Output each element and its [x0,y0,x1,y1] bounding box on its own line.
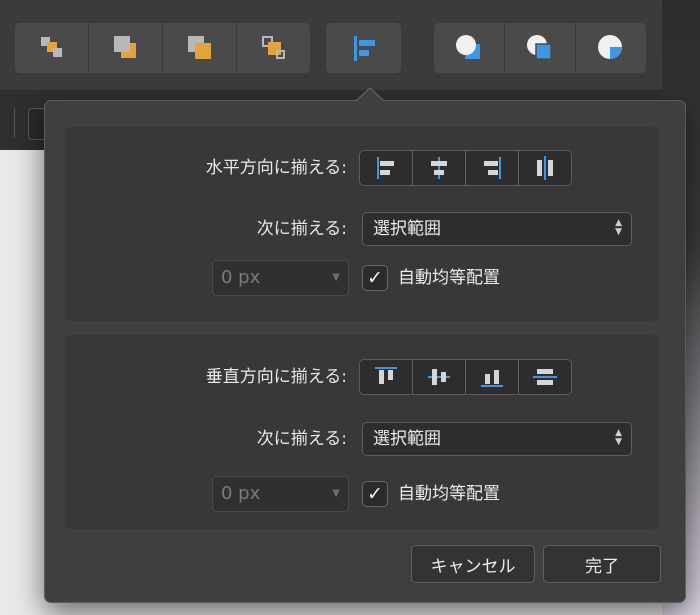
vertical-spacing-field[interactable]: 0 px ▼ [212,476,349,512]
vertical-align-to-select[interactable]: 選択範囲 ▲ ▼ [362,422,632,456]
boolean-add-button[interactable] [434,23,505,73]
boolean-add-icon [456,35,480,59]
check-icon: ✓ [367,483,383,505]
align-top-button[interactable] [360,360,413,394]
align-center-h-icon [431,157,447,179]
align-right-button[interactable] [466,151,519,185]
done-button[interactable]: 完了 [543,545,661,583]
horizontal-align-to-value: 選択範囲 [373,219,441,239]
boolean-group [434,23,646,73]
arrange-backward-button[interactable] [89,23,163,73]
arrange-forward-button[interactable] [163,23,237,73]
toolbar-divider [14,108,15,138]
horizontal-align-to-select[interactable]: 選択範囲 ▲ ▼ [362,212,632,246]
align-middle-v-button[interactable] [413,360,466,394]
horizontal-align-to-label: 次に揃える: [256,219,347,239]
vertical-auto-distribute-checkbox[interactable]: ✓ [362,481,388,507]
vertical-align-section: 垂直方向に揃える: 次に揃える: 選択範囲 ▲ ▼ 0 px ▼ ✓ 自動均等配… [65,335,659,529]
align-bottom-button[interactable] [466,360,519,394]
distribute-v-button[interactable] [519,360,571,394]
vertical-spacing-value: 0 px [221,483,261,504]
align-button[interactable] [326,23,401,73]
horizontal-spacing-field[interactable]: 0 px ▼ [212,260,349,296]
align-group [326,23,401,73]
horizontal-auto-distribute-checkbox[interactable]: ✓ [362,265,388,291]
arrange-backward-icon [113,36,136,58]
cancel-button[interactable]: キャンセル [411,545,535,583]
distribute-h-button[interactable] [519,151,571,185]
horizontal-align-buttons [359,150,572,186]
select-chevron-icon: ▲ ▼ [615,428,622,447]
align-center-h-button[interactable] [413,151,466,185]
align-bottom-icon [481,370,503,387]
align-top-icon [375,367,397,384]
boolean-subtract-button[interactable] [505,23,576,73]
align-icon [353,36,375,61]
boolean-intersect-button[interactable] [576,23,646,73]
arrange-front-button[interactable] [237,23,310,73]
vertical-align-label: 垂直方向に揃える: [205,367,347,387]
vertical-align-buttons [359,359,572,395]
check-icon: ✓ [367,267,383,289]
vertical-align-to-value: 選択範囲 [373,429,441,449]
horizontal-align-label: 水平方向に揃える: [205,158,347,178]
arrange-back-button[interactable] [15,23,89,73]
distribute-v-icon [533,369,557,385]
vertical-align-to-label: 次に揃える: [256,429,347,449]
horizontal-align-section: 水平方向に揃える: 次に揃える: 選択範囲 ▲ ▼ 0 px ▼ ✓ 自動均等配… [65,127,659,321]
arrange-back-icon [40,37,62,57]
align-left-icon [377,157,394,179]
arrange-group [15,23,310,73]
spacing-dropdown-icon: ▼ [332,272,340,283]
horizontal-auto-distribute-label: 自動均等配置 [398,268,500,288]
arrange-front-icon [261,36,285,59]
boolean-subtract-icon [527,35,552,60]
boolean-intersect-icon [598,35,622,59]
align-right-icon [484,157,501,179]
distribute-h-icon [537,156,553,180]
select-chevron-icon: ▲ ▼ [615,218,622,237]
popover-arrow-inner [357,89,383,101]
vertical-auto-distribute-label: 自動均等配置 [398,484,500,504]
horizontal-spacing-value: 0 px [221,267,261,288]
align-left-button[interactable] [360,151,413,185]
align-middle-v-icon [428,369,450,385]
align-popover: 水平方向に揃える: 次に揃える: 選択範囲 ▲ ▼ 0 px ▼ ✓ 自動均等配… [44,100,686,603]
spacing-dropdown-icon: ▼ [332,488,340,499]
arrange-forward-icon [187,36,211,59]
